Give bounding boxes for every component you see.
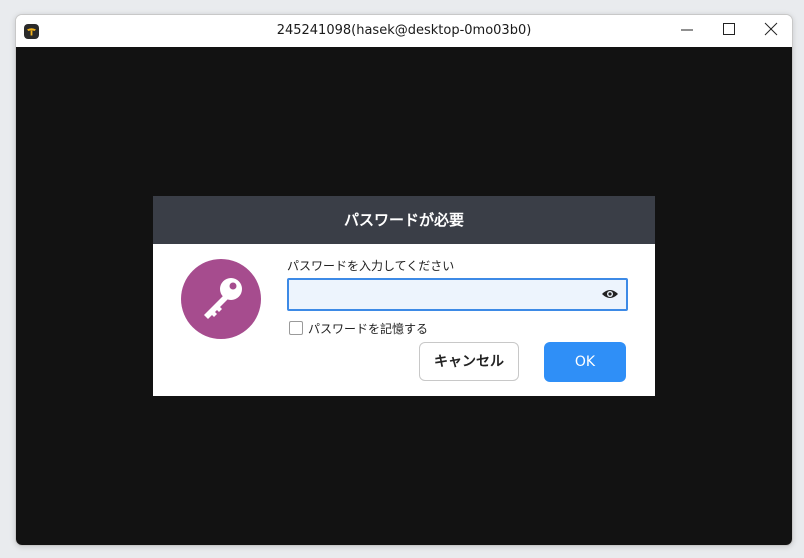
- password-label: パスワードを入力してください: [287, 259, 455, 273]
- close-button[interactable]: [750, 15, 792, 45]
- dialog-title: パスワードが必要: [153, 196, 655, 244]
- password-input[interactable]: [289, 280, 601, 309]
- app-window: 245241098(hasek@desktop-0mo03b0) パスワードが必…: [15, 14, 793, 546]
- remember-checkbox[interactable]: [289, 321, 303, 335]
- password-field[interactable]: [287, 278, 628, 311]
- show-password-toggle[interactable]: [601, 287, 619, 301]
- maximize-button[interactable]: [708, 15, 750, 45]
- eye-icon: [602, 290, 618, 298]
- title-bar: 245241098(hasek@desktop-0mo03b0): [16, 15, 792, 47]
- key-icon: [204, 278, 242, 319]
- remember-label: パスワードを記憶する: [308, 322, 429, 336]
- minimize-button[interactable]: [666, 15, 708, 45]
- key-badge: [181, 259, 261, 339]
- close-icon: [764, 22, 778, 36]
- ok-button[interactable]: OK: [544, 342, 626, 382]
- minimize-icon: [681, 29, 693, 31]
- remote-screen: パスワードが必要 パスワードを入力してください パスワードを記憶する キャンセル…: [16, 47, 792, 545]
- maximize-icon: [723, 23, 735, 35]
- password-dialog: パスワードが必要 パスワードを入力してください パスワードを記憶する キャンセル…: [153, 196, 655, 396]
- cancel-button[interactable]: キャンセル: [419, 342, 519, 381]
